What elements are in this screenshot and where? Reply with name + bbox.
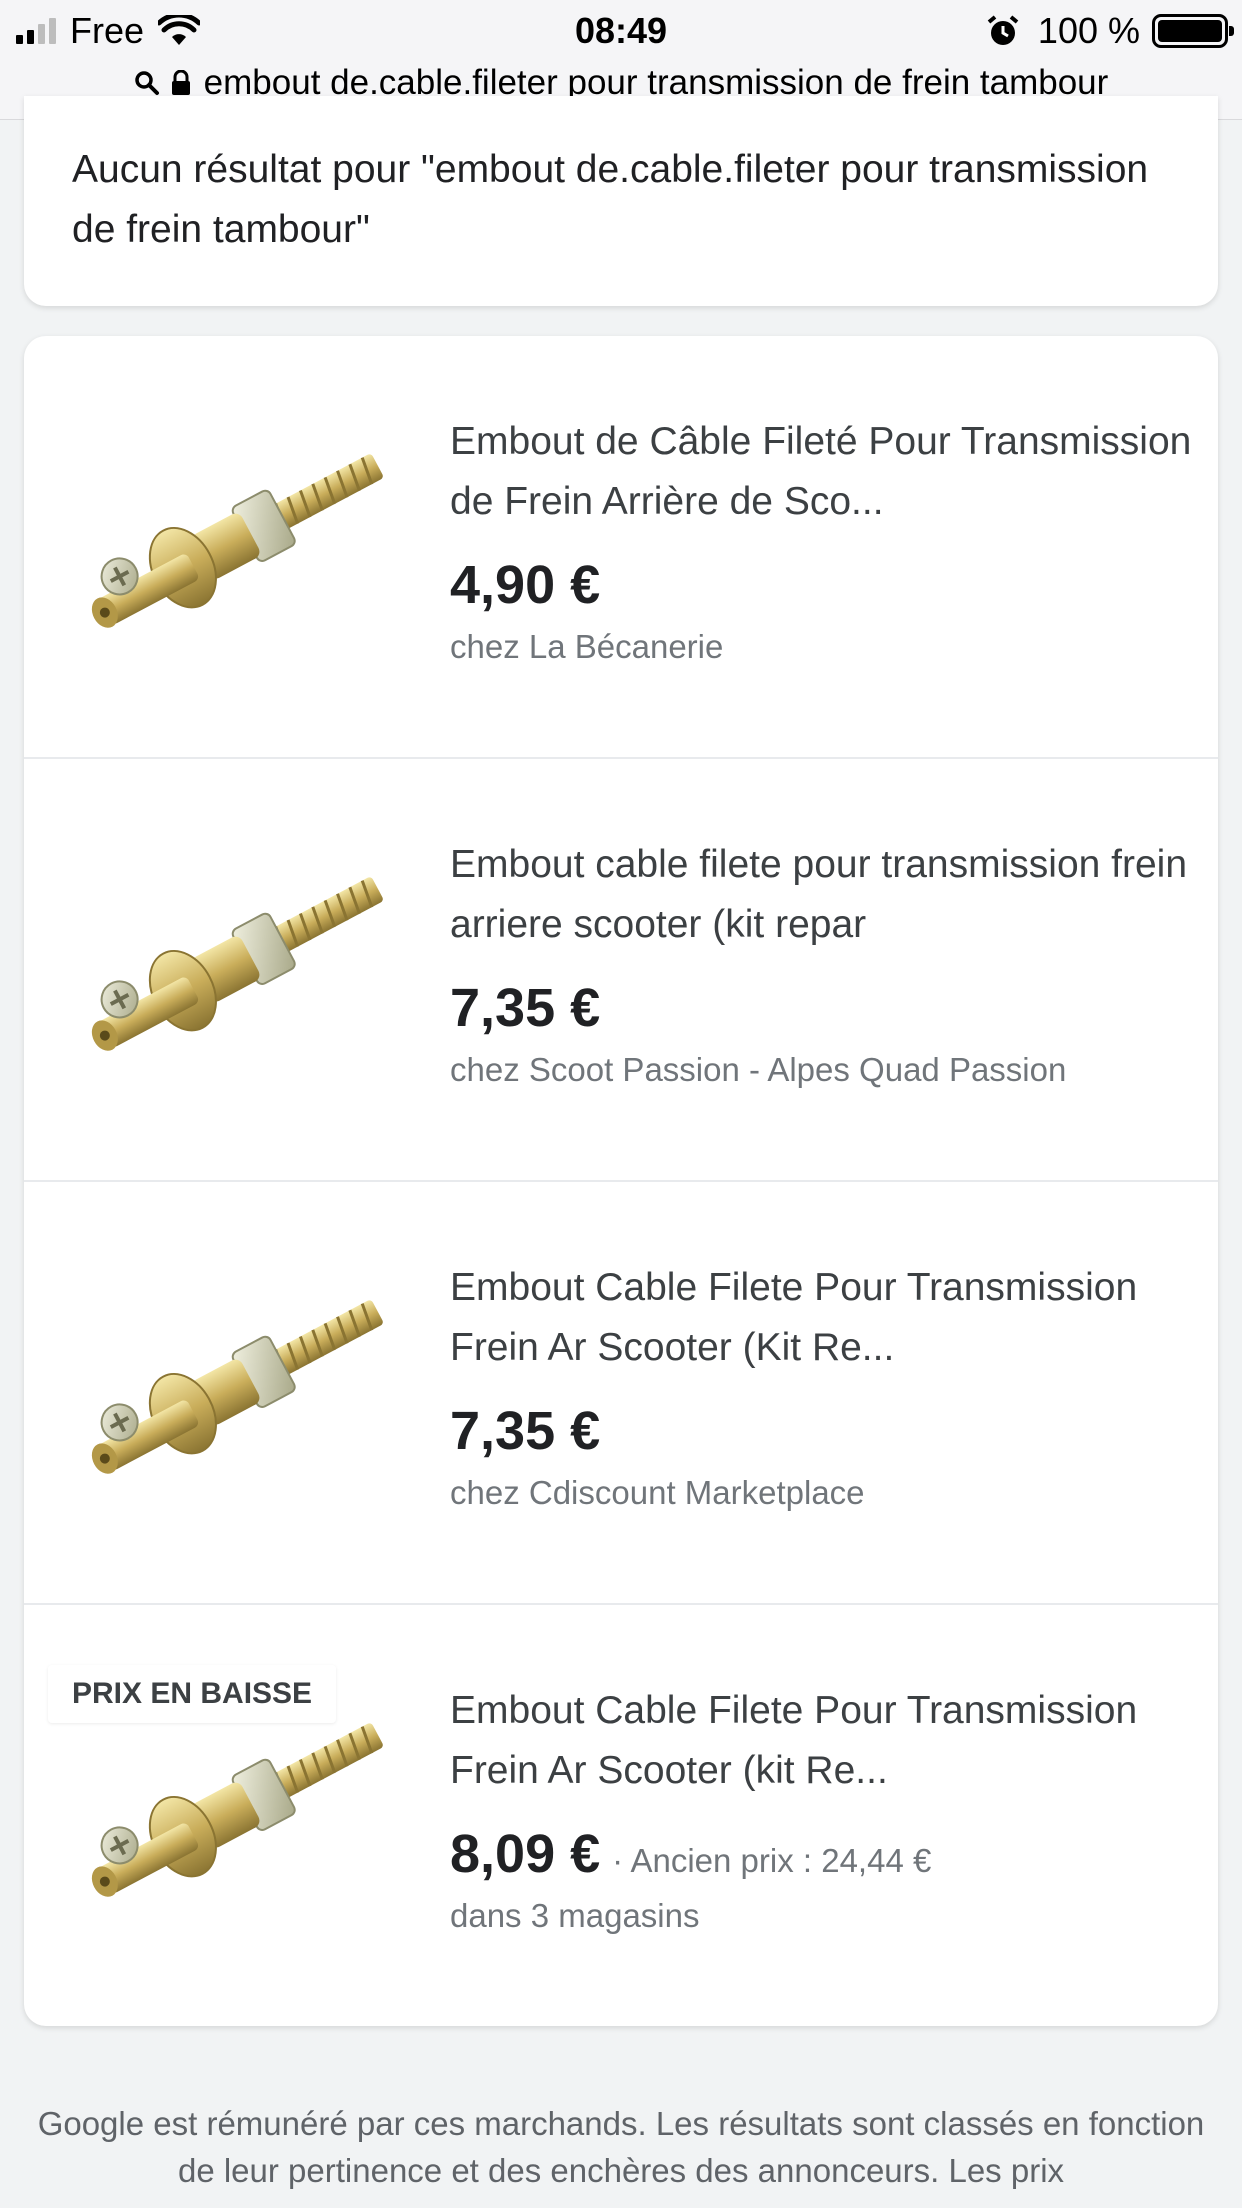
product-result[interactable]: Embout Cable Filete Pour Transmission Fr… <box>24 1182 1218 1605</box>
product-price: 8,09 € <box>450 1824 601 1884</box>
lock-icon <box>171 70 190 95</box>
product-seller: chez Scoot Passion - Alpes Quad Passion <box>450 1051 1067 1088</box>
product-result[interactable]: PRIX EN BAISSE Embout Cable Filete Pour … <box>24 1605 1218 2028</box>
product-seller: dans 3 magasins <box>450 1897 700 1934</box>
product-image[interactable] <box>58 829 438 1099</box>
price-drop-badge: PRIX EN BAISSE <box>48 1665 337 1723</box>
product-title[interactable]: Embout de Câble Fileté Pour Transmission… <box>450 412 1210 532</box>
shopping-results-card: Embout de Câble Fileté Pour Transmission… <box>24 336 1218 2026</box>
product-price: 4,90 € <box>450 555 601 615</box>
product-title[interactable]: Embout cable filete pour transmission fr… <box>450 835 1210 955</box>
product-price: 7,35 € <box>450 1401 601 1461</box>
ads-disclosure-text: Google est rémunéré par ces marchands. L… <box>37 2105 1205 2189</box>
no-result-card: Aucun résultat pour "embout de.cable.fil… <box>24 96 1218 306</box>
battery-percent: 100 % <box>1037 10 1140 51</box>
search-icon <box>134 71 159 95</box>
product-price: 7,35 € <box>450 978 601 1038</box>
product-title[interactable]: Embout Cable Filete Pour Transmission Fr… <box>450 1681 1210 1801</box>
status-bar: Free 08:49 100 % <box>0 0 1242 62</box>
old-price: · Ancien prix : 24,44 € <box>612 1842 932 1879</box>
product-title[interactable]: Embout Cable Filete Pour Transmission Fr… <box>450 1258 1210 1378</box>
alarm-icon <box>987 15 1019 45</box>
product-result[interactable]: Embout de Câble Fileté Pour Transmission… <box>24 336 1218 759</box>
product-seller: chez La Bécanerie <box>450 628 724 665</box>
product-seller: chez Cdiscount Marketplace <box>450 1474 865 1511</box>
product-result[interactable]: Embout cable filete pour transmission fr… <box>24 759 1218 1182</box>
product-image[interactable] <box>58 1252 438 1522</box>
battery-icon <box>1152 14 1234 48</box>
product-image[interactable] <box>58 406 438 676</box>
no-result-message: Aucun résultat pour "embout de.cable.fil… <box>72 148 1149 251</box>
